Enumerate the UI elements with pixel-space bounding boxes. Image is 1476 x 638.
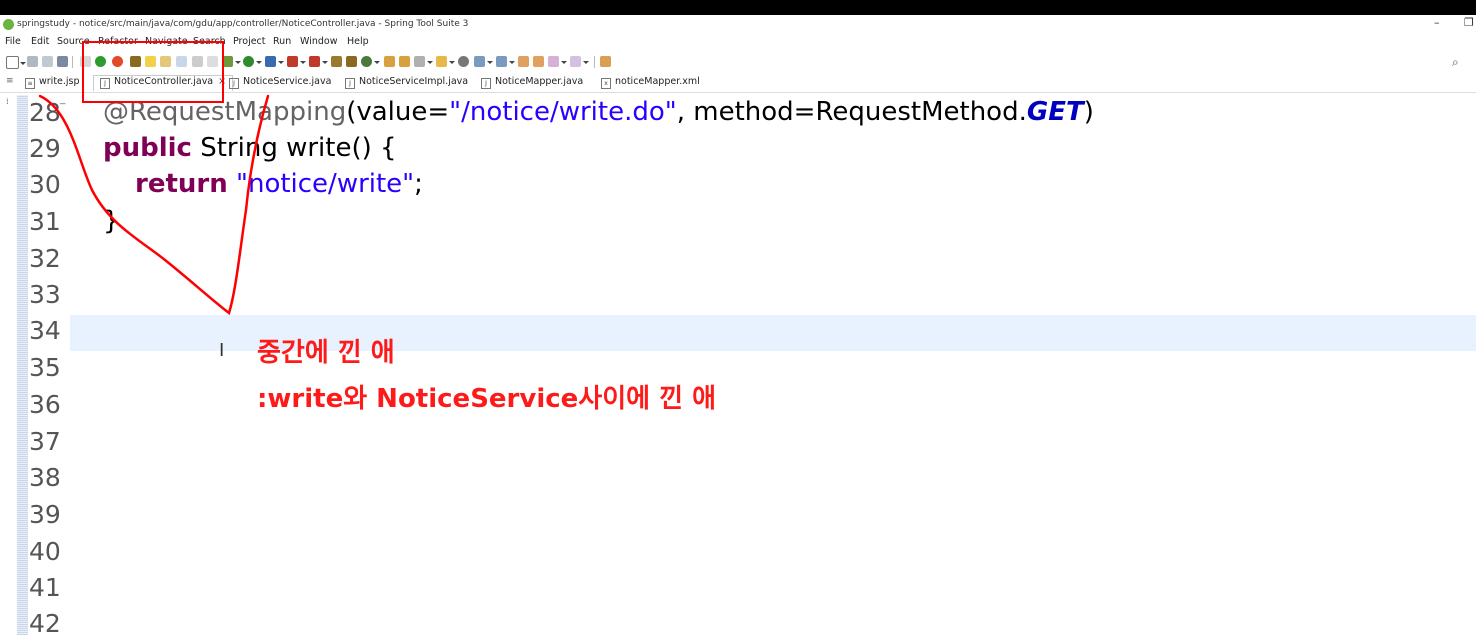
code-token: ; — [414, 169, 423, 199]
open-type-icon[interactable] — [331, 56, 342, 67]
annotation-icon[interactable] — [436, 56, 455, 67]
java-file-icon: J — [229, 78, 239, 89]
open-folder-icon[interactable] — [384, 56, 395, 67]
search-icon[interactable]: ⌕ — [1452, 55, 1466, 69]
line-number: 39 — [29, 500, 61, 529]
line-number: 36 — [29, 390, 61, 419]
menu-window[interactable]: Window — [300, 36, 337, 47]
next-annotation-icon[interactable] — [474, 56, 493, 67]
tab-write-jsp[interactable]: ≡ write.jsp — [25, 76, 80, 91]
open-project-icon[interactable] — [399, 56, 410, 67]
fold-icon[interactable]: ⁻ — [59, 99, 66, 115]
code-line-29[interactable]: public String write() { — [103, 133, 397, 163]
enum-constant-token: GET — [1026, 97, 1084, 127]
last-edit-icon[interactable] — [518, 56, 529, 67]
jsp-file-icon: ≡ — [25, 78, 35, 89]
globe-icon[interactable] — [458, 56, 469, 67]
line-number: 40 — [29, 537, 61, 566]
annotation-note-line-2: :write와 NoticeService사이에 낀 애 — [257, 384, 716, 414]
line-number: 38 — [29, 463, 61, 492]
code-line-31[interactable]: } — [103, 206, 120, 236]
line-number: 34 — [29, 316, 61, 345]
stop-icon[interactable] — [287, 56, 306, 67]
tab-label: NoticeServiceImpl.java — [359, 76, 469, 87]
code-token: ) — [1083, 97, 1094, 127]
code-token: String write() { — [191, 133, 397, 163]
toolbar-highlight-box — [82, 41, 224, 103]
tab-label: NoticeService.java — [243, 76, 332, 87]
line-number: 29 — [29, 134, 61, 163]
menu-edit[interactable]: Edit — [31, 36, 49, 47]
new-class-icon[interactable] — [361, 56, 380, 67]
line-number: 32 — [29, 244, 61, 273]
window-title: springstudy - notice/src/main/java/com/g… — [17, 19, 469, 29]
java-file-icon: J — [345, 78, 355, 89]
code-token: (value= — [346, 97, 450, 127]
line-number: 30 — [29, 170, 61, 199]
line-number: 28 — [29, 98, 61, 127]
tab-overflow-icon[interactable]: ≡ — [6, 76, 14, 86]
code-line-28[interactable]: @RequestMapping(value="/notice/write.do"… — [103, 97, 1094, 127]
outline-icon[interactable]: ⁞ — [6, 97, 9, 106]
save-all-icon[interactable] — [42, 56, 53, 67]
text-cursor-icon: I — [219, 340, 225, 361]
line-number: 37 — [29, 427, 61, 456]
line-number: 33 — [29, 280, 61, 309]
menu-run[interactable]: Run — [273, 36, 291, 47]
line-number: 31 — [29, 207, 61, 236]
java-file-icon: J — [481, 78, 491, 89]
code-token: , method=RequestMethod. — [676, 97, 1027, 127]
string-token: "/notice/write.do" — [449, 97, 677, 127]
forward-icon[interactable] — [570, 56, 589, 67]
history-icon[interactable] — [533, 56, 544, 67]
print-icon[interactable] — [57, 56, 68, 67]
menu-file[interactable]: File — [5, 36, 21, 47]
toolbar-separator — [594, 56, 595, 68]
menu-help[interactable]: Help — [347, 36, 369, 47]
tab-label: write.jsp — [39, 76, 80, 87]
screen-top-bar — [0, 0, 1476, 15]
toolbar-separator — [72, 56, 73, 68]
minimize-button[interactable]: – — [1434, 16, 1440, 29]
tab-notice-service[interactable]: J NoticeService.java — [229, 76, 331, 91]
pen-icon[interactable] — [414, 56, 433, 67]
tab-label: NoticeMapper.java — [495, 76, 584, 87]
annotation-note-line-1: 중간에 낀 애 — [257, 338, 395, 368]
code-line-30[interactable]: return "notice/write"; — [135, 169, 423, 199]
open-task-icon[interactable] — [346, 56, 357, 67]
line-number: 42 — [29, 609, 61, 638]
string-token: "notice/write" — [236, 169, 415, 199]
code-token: } — [103, 206, 120, 236]
overview-ruler — [17, 95, 28, 635]
restore-button[interactable]: ❐ — [1464, 16, 1474, 29]
title-bar: springstudy - notice/src/main/java/com/g… — [0, 15, 1476, 34]
tab-label: noticeMapper.xml — [615, 76, 700, 87]
save-icon[interactable] — [27, 56, 38, 67]
line-number: 41 — [29, 573, 61, 602]
spring-tool-suite-icon — [3, 19, 14, 30]
open-perspective-icon[interactable] — [600, 56, 611, 67]
previous-annotation-icon[interactable] — [496, 56, 515, 67]
new-icon[interactable] — [6, 56, 26, 69]
keyword-token: return — [135, 169, 228, 199]
tab-notice-mapper-xml[interactable]: x noticeMapper.xml — [601, 76, 700, 91]
xml-file-icon: x — [601, 78, 611, 89]
tab-notice-mapper[interactable]: J NoticeMapper.java — [481, 76, 583, 91]
relaunch-icon[interactable] — [309, 56, 328, 67]
editor-left-gutter: ⁞ — [0, 93, 17, 635]
back-icon[interactable] — [548, 56, 567, 67]
menu-project[interactable]: Project — [233, 36, 266, 47]
line-number: 35 — [29, 353, 61, 382]
run-icon[interactable] — [243, 56, 262, 67]
keyword-token: public — [103, 133, 192, 163]
tab-notice-service-impl[interactable]: J NoticeServiceImpl.java — [345, 76, 468, 91]
external-tools-icon[interactable] — [265, 56, 284, 67]
